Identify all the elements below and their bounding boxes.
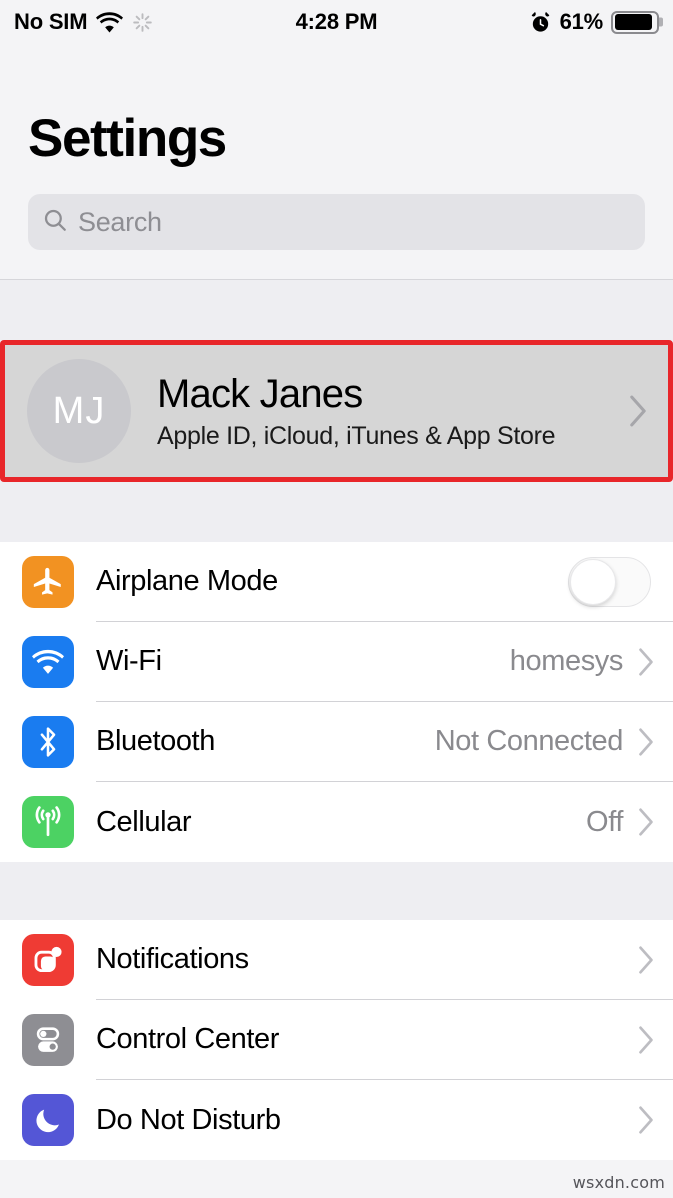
apple-id-text: Mack Janes Apple ID, iCloud, iTunes & Ap… <box>157 371 628 451</box>
row-do-not-disturb[interactable]: Do Not Disturb <box>0 1080 673 1160</box>
chevron-right-icon <box>628 394 648 428</box>
wifi-icon <box>96 11 124 33</box>
watermark: wsxdn.com <box>572 1173 665 1192</box>
ios-settings-screen: No SIM 4:28 PM 61% Settings Search MJ Ma… <box>0 0 673 1198</box>
settings-list: MJ Mack Janes Apple ID, iCloud, iTunes &… <box>0 280 673 1160</box>
row-airplane-mode-content: Airplane Mode <box>96 542 673 622</box>
settings-group-system: Notifications Control Center Do Not Dist… <box>0 920 673 1160</box>
status-bar: No SIM 4:28 PM 61% <box>0 0 673 44</box>
row-label: Airplane Mode <box>96 565 278 597</box>
control-center-icon <box>22 1014 74 1066</box>
chevron-right-icon <box>637 647 655 677</box>
row-label: Control Center <box>96 1023 279 1055</box>
chevron-right-icon <box>637 727 655 757</box>
apple-id-name: Mack Janes <box>157 372 363 416</box>
row-label: Wi-Fi <box>96 645 162 677</box>
airplane-mode-toggle[interactable] <box>568 556 651 607</box>
chevron-right-icon <box>637 945 655 975</box>
row-label: Bluetooth <box>96 725 215 757</box>
row-do-not-disturb-content: Do Not Disturb <box>96 1080 673 1160</box>
carrier-label: No SIM <box>14 9 88 34</box>
search-input[interactable]: Search <box>28 194 645 250</box>
search-icon <box>42 207 68 238</box>
spacer-after-apple-id <box>0 482 673 542</box>
spacer-between-groups <box>0 862 673 920</box>
bluetooth-icon <box>22 716 74 768</box>
chevron-right-icon <box>637 807 655 837</box>
row-value: Not Connected <box>434 725 624 757</box>
battery-percent-label: 61% <box>559 9 604 34</box>
row-bluetooth-content: Bluetooth Not Connected <box>96 702 673 782</box>
status-bar-right: 61% <box>529 9 659 35</box>
row-label: Cellular <box>96 805 192 838</box>
row-wifi-content: Wi-Fi homesys <box>96 622 673 702</box>
apple-id-subtitle: Apple ID, iCloud, iTunes & App Store <box>157 422 556 450</box>
airplane-icon <box>22 556 74 608</box>
activity-spinner-icon <box>132 12 153 33</box>
page-title: Settings <box>28 109 227 168</box>
row-notifications[interactable]: Notifications <box>0 920 673 1000</box>
row-control-center-content: Control Center <box>96 1000 673 1080</box>
row-value: homesys <box>509 645 624 677</box>
battery-icon <box>611 10 659 34</box>
wifi-icon <box>22 636 74 688</box>
row-notifications-content: Notifications <box>96 920 673 1000</box>
settings-group-connectivity: Airplane Mode Wi-Fi homesys Bluetooth No… <box>0 542 673 862</box>
status-bar-left: No SIM <box>14 9 529 35</box>
search-placeholder: Search <box>78 206 162 237</box>
cellular-antenna-icon <box>22 796 74 848</box>
row-wifi[interactable]: Wi-Fi homesys <box>0 622 673 702</box>
row-bluetooth[interactable]: Bluetooth Not Connected <box>0 702 673 782</box>
row-control-center[interactable]: Control Center <box>0 1000 673 1080</box>
chevron-right-icon <box>637 1025 655 1055</box>
toggle-knob <box>570 558 616 605</box>
notifications-icon <box>22 934 74 986</box>
alarm-clock-icon <box>529 11 552 34</box>
row-label: Notifications <box>96 943 249 975</box>
row-value: Off <box>586 805 623 838</box>
spacer-top <box>0 280 673 340</box>
settings-header: Settings Search <box>0 44 673 250</box>
apple-id-row[interactable]: MJ Mack Janes Apple ID, iCloud, iTunes &… <box>5 345 668 477</box>
moon-icon <box>22 1094 74 1146</box>
avatar-initials: MJ <box>52 389 106 432</box>
avatar: MJ <box>27 359 131 463</box>
row-cellular-content: Cellular Off <box>96 782 673 862</box>
row-cellular[interactable]: Cellular Off <box>0 782 673 862</box>
apple-id-highlight-box: MJ Mack Janes Apple ID, iCloud, iTunes &… <box>0 340 673 482</box>
chevron-right-icon <box>637 1105 655 1135</box>
row-airplane-mode[interactable]: Airplane Mode <box>0 542 673 622</box>
row-label: Do Not Disturb <box>96 1103 281 1136</box>
